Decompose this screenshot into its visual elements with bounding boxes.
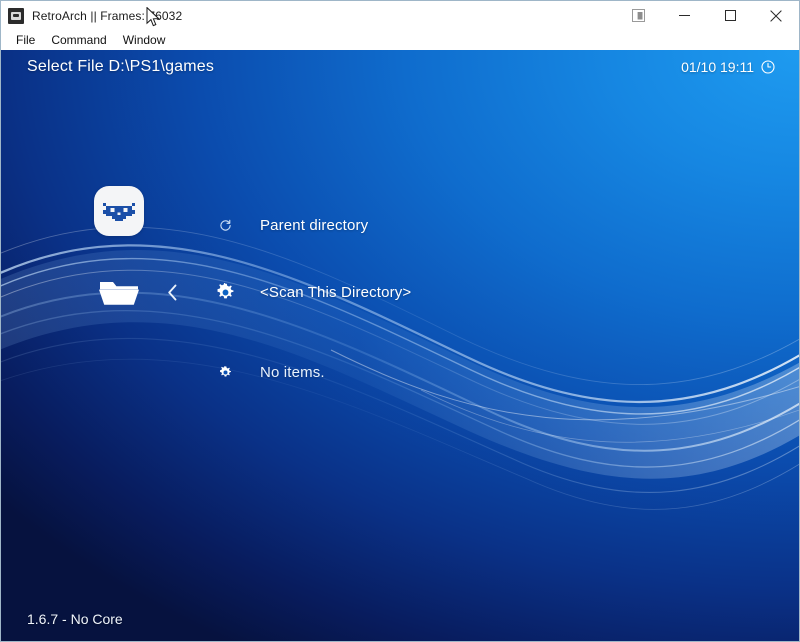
close-button[interactable] — [753, 1, 799, 30]
gear-small-icon — [213, 366, 237, 379]
title-bar[interactable]: RetroArch || Frames: 76032 — [1, 1, 799, 30]
minimize-button[interactable] — [661, 1, 707, 30]
gear-icon — [213, 283, 237, 302]
menu-header: Select File D:\PS1\games 01/10 19:11 — [1, 50, 799, 94]
menu-command[interactable]: Command — [43, 30, 114, 50]
menu-entry-no-items: No items. — [1, 355, 799, 389]
folder-icon — [97, 275, 141, 309]
clock-text: 01/10 19:11 — [681, 59, 754, 75]
menu-entry-label: No items. — [260, 364, 325, 381]
ribbon-wallpaper — [1, 50, 799, 641]
menu-file[interactable]: File — [8, 30, 43, 50]
menu-entry-scan-this-directory[interactable]: <Scan This Directory> — [1, 275, 799, 309]
undo-circle-icon — [213, 219, 237, 232]
menu-entry-parent-directory[interactable]: Parent directory — [1, 208, 799, 242]
clock-display: 01/10 19:11 — [681, 59, 775, 75]
maximize-button[interactable] — [707, 1, 753, 30]
menu-bar: File Command Window — [1, 30, 799, 50]
retroarch-application-window: RetroArch || Frames: 76032 — [0, 0, 800, 642]
retroarch-menu-canvas[interactable]: Select File D:\PS1\games 01/10 19:11 — [1, 50, 799, 641]
window-controls — [615, 1, 799, 30]
window-title: RetroArch || Frames: 76032 — [32, 9, 182, 23]
menu-entry-label: Parent directory — [260, 217, 368, 234]
panel-toggle-icon[interactable] — [615, 1, 661, 30]
retroarch-app-icon[interactable] — [8, 8, 24, 24]
clock-icon — [761, 60, 775, 74]
chevron-left-icon[interactable] — [163, 284, 181, 301]
menu-entry-label: <Scan This Directory> — [260, 284, 411, 301]
menu-window[interactable]: Window — [115, 30, 174, 50]
page-title: Select File D:\PS1\games — [27, 58, 214, 76]
version-status-text: 1.6.7 - No Core — [27, 611, 123, 627]
